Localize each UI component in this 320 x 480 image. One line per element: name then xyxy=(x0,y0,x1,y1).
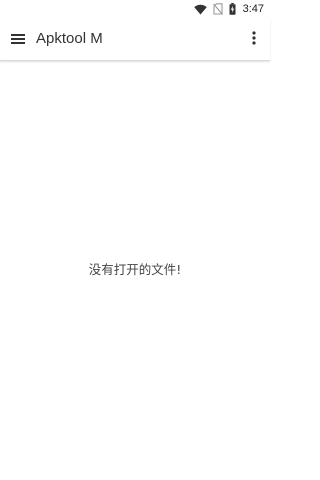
menu-button[interactable] xyxy=(6,27,30,51)
empty-state-message: 没有打开的文件! xyxy=(88,262,182,277)
app-screen: 3:47 Apktool M 没有打开的文件! xyxy=(0,0,270,480)
battery-charging-icon xyxy=(229,3,236,15)
hamburger-menu-icon xyxy=(10,30,26,49)
more-options-button[interactable] xyxy=(244,27,264,51)
wifi-icon xyxy=(193,4,207,15)
app-title: Apktool M xyxy=(36,30,103,47)
status-icons: 3:47 xyxy=(193,2,264,16)
more-vert-icon xyxy=(252,30,256,49)
no-sim-icon xyxy=(212,3,223,15)
status-time: 3:47 xyxy=(242,3,264,15)
toolbar: Apktool M xyxy=(0,18,270,61)
status-bar: 3:47 xyxy=(0,0,270,18)
main-content: 没有打开的文件! xyxy=(0,61,270,480)
